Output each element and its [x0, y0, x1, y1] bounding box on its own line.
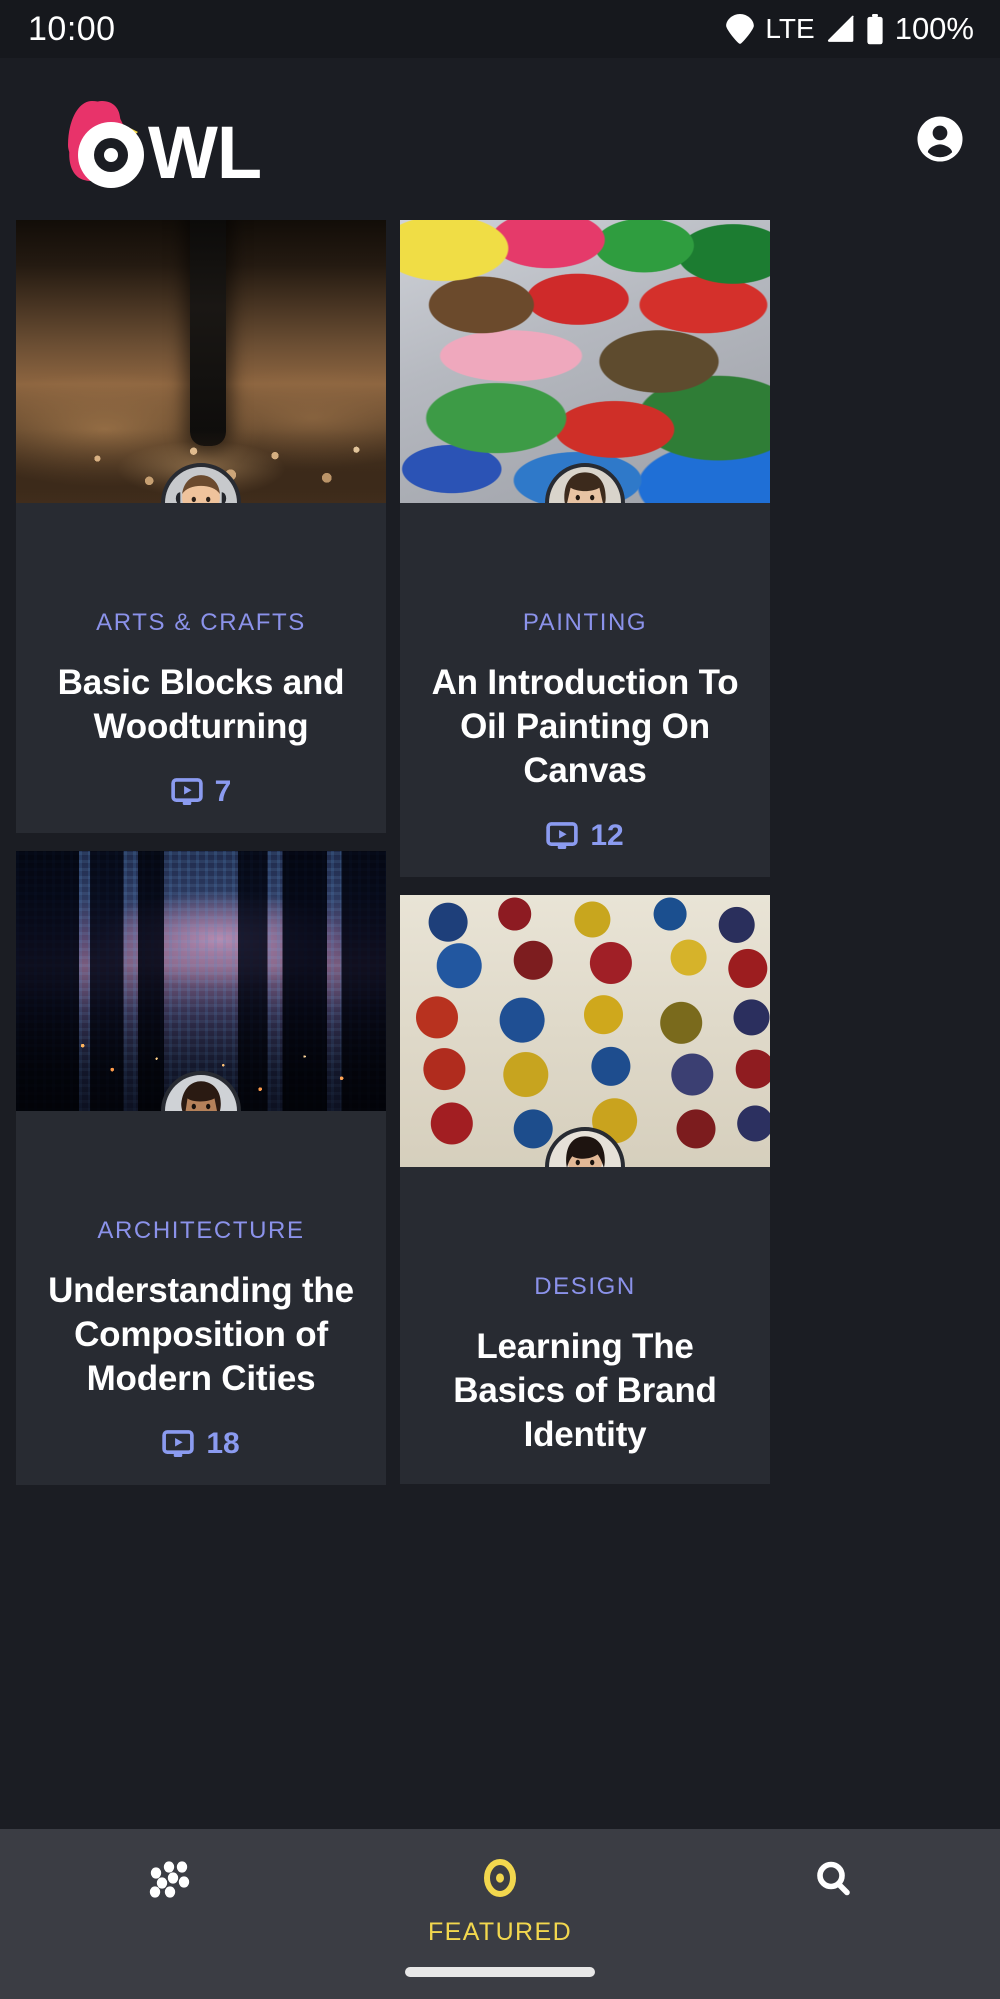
nav-label-featured: FEATURED	[427, 1918, 573, 1946]
signal-icon	[826, 15, 855, 43]
dots-grid-icon	[144, 1857, 190, 1908]
home-indicator[interactable]	[405, 1967, 595, 1977]
status-time: 10:00	[28, 10, 116, 48]
nav-item-search[interactable]	[667, 1829, 1000, 1920]
avatar-image	[165, 467, 237, 503]
author-avatar[interactable]	[161, 1071, 241, 1112]
eye-target-icon	[477, 1857, 523, 1908]
author-avatar[interactable]	[545, 463, 625, 503]
account-circle-icon	[917, 116, 963, 162]
course-info: ARTS & CRAFTS Basic Blocks and Woodturni…	[16, 503, 386, 833]
course-title[interactable]: Learning The Basics of Brand Identity	[416, 1325, 754, 1457]
course-thumbnail	[400, 895, 770, 1168]
battery-icon	[866, 13, 884, 45]
course-category[interactable]: ARTS & CRAFTS	[32, 611, 370, 635]
video-count-row: 12	[416, 821, 754, 851]
app-screen: 10:00 LTE 100% WL ARTS & CRAFTS Basic Bl…	[0, 0, 1000, 1999]
network-type-label: LTE	[765, 13, 815, 44]
owl-logo-icon: WL	[68, 101, 262, 193]
app-bar: WL	[0, 58, 1000, 220]
feed-column-right: PAINTING An Introduction To Oil Painting…	[400, 220, 770, 1484]
course-info: DESIGN Learning The Basics of Brand Iden…	[400, 1167, 770, 1483]
avatar-image	[549, 467, 621, 503]
status-indicators: LTE 100%	[726, 11, 974, 47]
video-monitor-icon	[546, 822, 579, 850]
video-count: 7	[214, 775, 232, 809]
video-count: 12	[590, 819, 624, 853]
video-count-row: 18	[32, 1429, 370, 1459]
feed-column-left: ARTS & CRAFTS Basic Blocks and Woodturni…	[16, 220, 386, 1486]
video-monitor-icon	[162, 1430, 195, 1458]
course-feed[interactable]: ARTS & CRAFTS Basic Blocks and Woodturni…	[0, 220, 1000, 1999]
battery-percent-label: 100%	[894, 11, 974, 46]
bottom-navigation-bar: FEATURED	[0, 1829, 1000, 1999]
course-card[interactable]: PAINTING An Introduction To Oil Painting…	[400, 220, 770, 878]
course-info: ARCHITECTURE Understanding the Compositi…	[16, 1111, 386, 1485]
wifi-icon	[726, 14, 755, 44]
nav-item-featured[interactable]: FEATURED	[333, 1829, 666, 1945]
course-title[interactable]: Understanding the Composition of Modern …	[32, 1269, 370, 1401]
search-icon	[810, 1857, 856, 1908]
course-thumbnail	[400, 220, 770, 503]
author-avatar[interactable]	[545, 1127, 625, 1168]
avatar-image	[165, 1075, 237, 1112]
video-count-row: 7	[32, 777, 370, 807]
nav-item-categories[interactable]	[0, 1829, 333, 1920]
course-info: PAINTING An Introduction To Oil Painting…	[400, 503, 770, 877]
course-title[interactable]: An Introduction To Oil Painting On Canva…	[416, 661, 754, 793]
brand-logo[interactable]: WL	[40, 85, 278, 193]
video-count: 18	[206, 1427, 240, 1461]
svg-text:WL: WL	[148, 111, 261, 193]
account-button[interactable]	[914, 113, 966, 165]
course-card[interactable]: ARCHITECTURE Understanding the Compositi…	[16, 851, 386, 1486]
avatar-image	[549, 1131, 621, 1168]
course-card[interactable]: DESIGN Learning The Basics of Brand Iden…	[400, 895, 770, 1484]
course-card[interactable]: ARTS & CRAFTS Basic Blocks and Woodturni…	[16, 220, 386, 834]
course-title[interactable]: Basic Blocks and Woodturning	[32, 661, 370, 749]
video-monitor-icon	[170, 778, 203, 806]
course-category[interactable]: ARCHITECTURE	[32, 1219, 370, 1243]
status-bar: 10:00 LTE 100%	[0, 0, 1000, 58]
course-category[interactable]: DESIGN	[416, 1275, 754, 1299]
course-thumbnail	[16, 220, 386, 503]
course-thumbnail	[16, 851, 386, 1112]
author-avatar[interactable]	[161, 463, 241, 503]
course-category[interactable]: PAINTING	[416, 611, 754, 635]
